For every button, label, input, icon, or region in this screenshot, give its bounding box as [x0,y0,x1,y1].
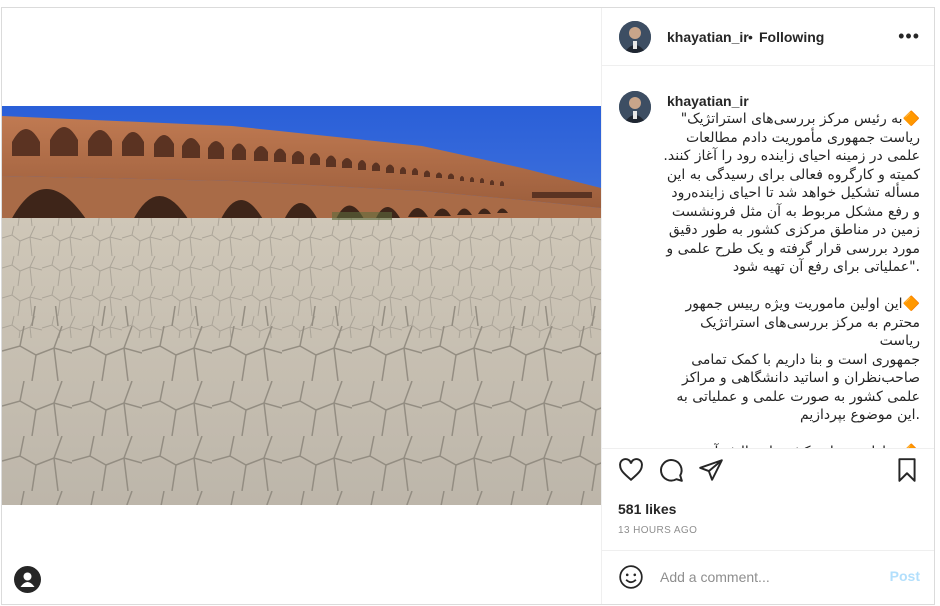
viewer-avatar-icon[interactable] [14,566,41,593]
user-silhouette-icon [20,572,35,587]
bridge-photo [2,106,601,505]
author-username[interactable]: khayatian_ir [667,29,749,45]
author-avatar[interactable] [619,21,651,53]
post-photo[interactable] [2,106,601,505]
likes-count[interactable]: 581 likes [618,501,676,517]
author-avatar-image [619,21,651,53]
caption-avatar-image [619,91,651,123]
share-icon[interactable] [698,457,724,483]
caption-area: khayatian_ir 🔶به رئیس مرکز بررسی‌های است… [602,66,934,448]
caption-avatar[interactable] [619,91,651,123]
more-icon[interactable]: ••• [898,26,920,47]
caption-text: 🔶به رئیس مرکز بررسی‌های استراتژیک" ریاست… [663,111,920,448]
comment-form: Post [602,550,934,604]
caption-username[interactable]: khayatian_ir [667,93,749,109]
post-dialog: khayatian_ir • Following ••• khayatian_i… [1,7,935,605]
post-media [2,8,601,604]
post-comment-button[interactable]: Post [890,568,920,584]
post-sidebar: khayatian_ir • Following ••• khayatian_i… [601,8,934,604]
comment-input[interactable] [658,565,882,589]
emoji-icon[interactable] [618,564,644,590]
separator-dot: • [748,29,753,45]
post-header: khayatian_ir • Following ••• [602,8,934,66]
like-heart-icon[interactable] [618,457,644,483]
following-button[interactable]: Following [759,29,824,45]
comment-icon[interactable] [658,457,684,483]
action-bar [602,448,934,493]
save-bookmark-icon[interactable] [894,457,920,483]
post-timestamp[interactable]: 13 HOURS AGO [618,525,697,536]
